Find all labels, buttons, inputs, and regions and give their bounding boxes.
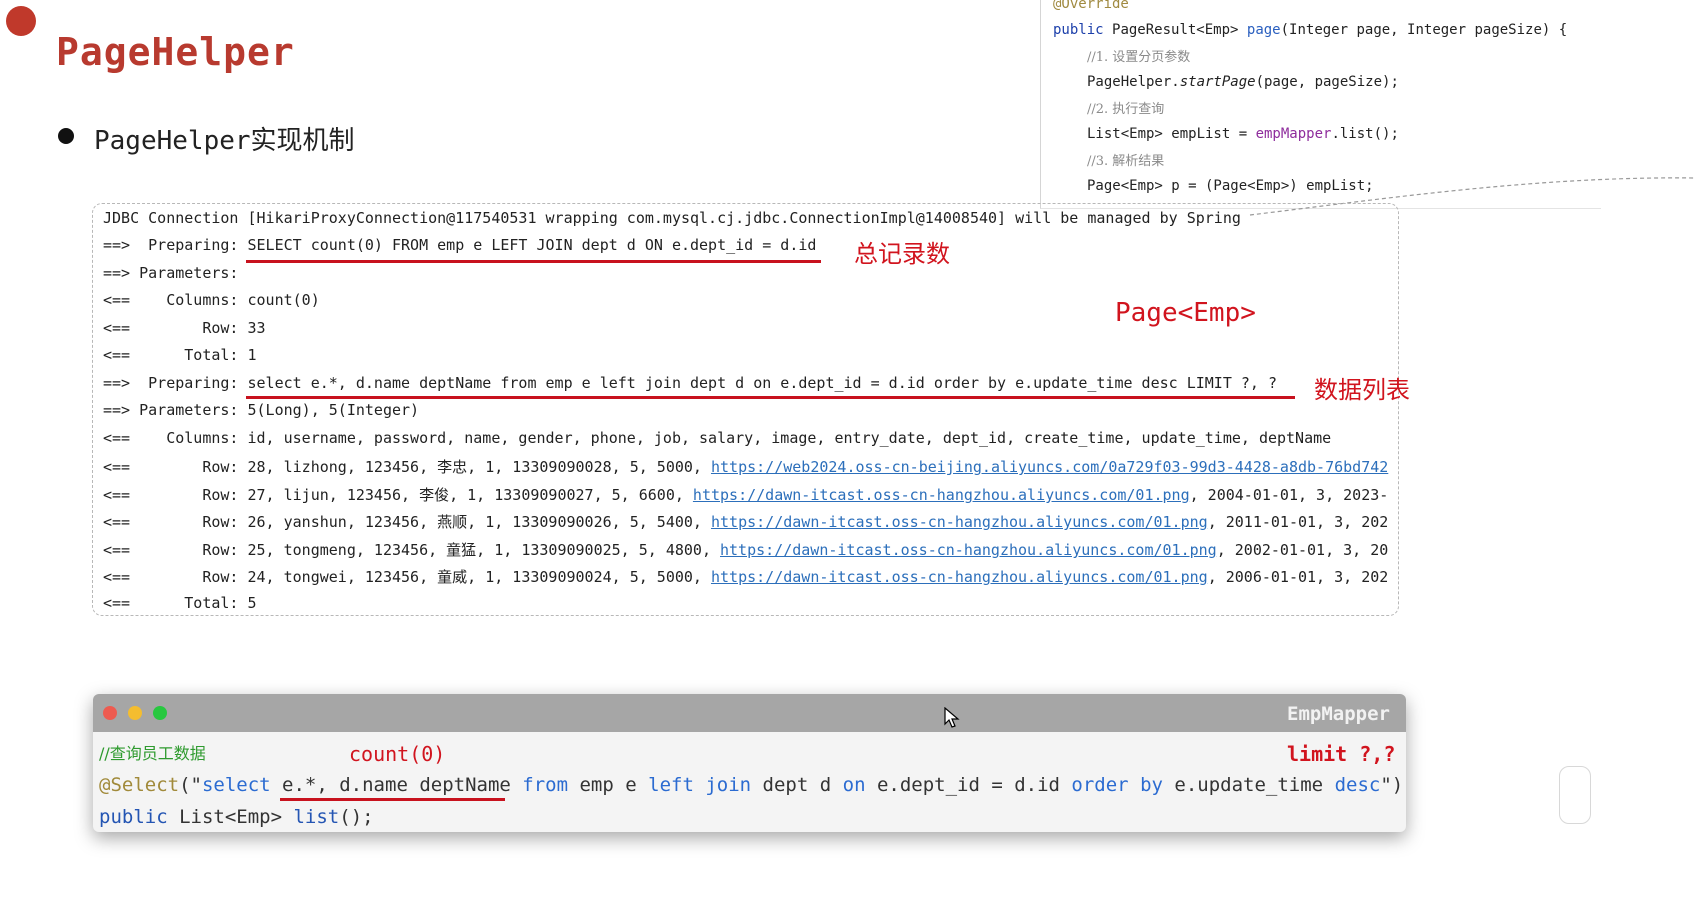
list-call: List<Emp> empList = empMapper.list(); [1087, 126, 1399, 142]
log-row: <== Row: 24, tongwei, 123456, 童威, 1, 133… [103, 566, 1388, 587]
keyword: public [99, 806, 168, 828]
row-values: <== Row: 27, lijun, 123456, 李俊, 1, 13309… [103, 486, 693, 504]
limit-label: limit ?,? [1287, 742, 1396, 766]
log-line-columns-count: <== Columns: count(0) [103, 291, 320, 309]
count-label: count(0) [349, 742, 446, 766]
select-annotation: @Select [99, 774, 180, 796]
start-page-method: startPage [1179, 74, 1256, 90]
bullet-icon [58, 128, 74, 144]
window-titlebar: EmpMapper [93, 694, 1406, 732]
log-row: <== Row: 25, tongmeng, 123456, 童猛, 1, 13… [103, 539, 1388, 560]
quote-close: ") [1380, 774, 1404, 796]
method-name: page [1246, 22, 1281, 38]
override-annotation: @Override [1053, 0, 1129, 12]
method-name: list [293, 806, 340, 828]
total-count-label: 总记录数 [854, 240, 950, 268]
sql-table: emp e [568, 774, 649, 796]
method-signature: public PageResult<Emp> page(Integer page… [1053, 22, 1567, 38]
close-button[interactable] [103, 706, 117, 720]
log-line-list-query: ==> Preparing: select e.*, d.name deptNa… [103, 374, 1277, 392]
log-row: <== Row: 26, yanshun, 123456, 燕顺, 1, 133… [103, 511, 1388, 532]
slide-marker-dot [6, 6, 36, 36]
row-tail: , 2011-01-01, 3, 202 [1207, 513, 1389, 531]
log-row: <== Row: 28, lizhong, 123456, 李忠, 1, 133… [103, 456, 1388, 477]
sql-condition: e.dept_id = d.id [865, 774, 1072, 796]
method-params: (Integer page, Integer pageSize) { [1280, 22, 1568, 38]
row-values: <== Row: 28, lizhong, 123456, 李忠, 1, 133… [103, 458, 711, 476]
sql-table: dept d [751, 774, 843, 796]
row-values: <== Row: 25, tongmeng, 123456, 童猛, 1, 13… [103, 541, 720, 559]
log-line-total-1: <== Total: 1 [103, 346, 257, 364]
row-tail: , 2004-01-01, 3, 2023- [1189, 486, 1389, 504]
bullet-text: PageHelper实现机制 [94, 126, 355, 156]
sql-keyword: left [648, 774, 694, 796]
count-query-underline [246, 260, 821, 263]
row-values: <== Row: 26, yanshun, 123456, 燕顺, 1, 133… [103, 513, 711, 531]
list-method-signature: public List<Emp> list(); [99, 806, 374, 828]
mouse-cursor-icon [944, 707, 960, 728]
log-line-total-5: <== Total: 5 [103, 594, 257, 612]
sql-keyword: on [842, 774, 866, 796]
page-title: PageHelper [56, 30, 295, 74]
log-line-connection: JDBC Connection [HikariProxyConnection@1… [103, 209, 1241, 227]
image-link[interactable]: https://dawn-itcast.oss-cn-hangzhou.aliy… [711, 513, 1208, 531]
list-method: .list(); [1331, 126, 1399, 142]
sql-keyword: desc [1334, 774, 1381, 796]
select-annotation-line: @Select("select e.*, d.name deptName fro… [99, 774, 1403, 796]
sql-log-panel: JDBC Connection [HikariProxyConnection@1… [92, 203, 1399, 616]
sql-keyword: order [1071, 774, 1129, 796]
log-line-count-query: ==> Preparing: SELECT count(0) FROM emp … [103, 236, 817, 254]
log-line-row-count: <== Row: 33 [103, 319, 266, 337]
sql-order-field: e.update_time [1162, 774, 1335, 796]
minimize-button[interactable] [128, 706, 142, 720]
return-type: PageResult<Emp> [1112, 22, 1239, 38]
data-list-label: 数据列表 [1314, 376, 1410, 404]
maximize-button[interactable] [153, 706, 167, 720]
quote-open: (" [179, 774, 202, 796]
return-type: List<Emp> [167, 806, 294, 828]
start-page-args: (page, pageSize); [1255, 74, 1399, 90]
pagehelper-ref: PageHelper. [1087, 74, 1180, 90]
log-row: <== Row: 27, lijun, 123456, 李俊, 1, 13309… [103, 484, 1388, 505]
log-line-columns: <== Columns: id, username, password, nam… [103, 429, 1332, 447]
row-values: <== Row: 24, tongwei, 123456, 童威, 1, 133… [103, 568, 711, 586]
comment-step3: //3. 解析结果 [1087, 154, 1165, 169]
sql-keyword: join [705, 774, 752, 796]
fields-underline [280, 798, 505, 801]
row-tail: , 2002-01-01, 3, 20 [1216, 541, 1389, 559]
mapper-field: empMapper [1255, 126, 1332, 142]
log-line-params: ==> Parameters: [103, 264, 248, 282]
window-title: EmpMapper [1287, 703, 1390, 725]
comment-step2: //2. 执行查询 [1087, 102, 1165, 117]
list-assign: List<Emp> empList = [1087, 126, 1256, 142]
side-scroll-handle[interactable] [1559, 766, 1591, 824]
log-line-list-params: ==> Parameters: 5(Long), 5(Integer) [103, 401, 420, 419]
sql-keyword: select [201, 774, 271, 796]
service-code-snippet: @Override public PageResult<Emp> page(In… [1040, 0, 1601, 209]
sql-fields: e.*, d.name deptName [270, 774, 523, 796]
list-query-underline [246, 396, 1295, 399]
image-link[interactable]: https://web2024.oss-cn-beijing.aliyuncs.… [711, 458, 1388, 476]
image-link[interactable]: https://dawn-itcast.oss-cn-hangzhou.aliy… [711, 568, 1208, 586]
image-link[interactable]: https://dawn-itcast.oss-cn-hangzhou.aliy… [693, 486, 1190, 504]
sql-keyword: by [1140, 774, 1163, 796]
start-page-call: PageHelper.startPage(page, pageSize); [1087, 74, 1399, 90]
method-end: (); [339, 806, 374, 828]
mapper-code-window: EmpMapper //查询员工数据 count(0) limit ?,? @S… [93, 694, 1406, 832]
mapper-comment: //查询员工数据 [99, 744, 206, 763]
keyword: public [1053, 22, 1104, 38]
sql-keyword: from [522, 774, 569, 796]
page-cast-line: Page<Emp> p = (Page<Emp>) empList; [1087, 178, 1374, 194]
comment-step1: //1. 设置分页参数 [1087, 50, 1191, 65]
image-link[interactable]: https://dawn-itcast.oss-cn-hangzhou.aliy… [720, 541, 1217, 559]
row-tail: , 2006-01-01, 3, 202 [1207, 568, 1389, 586]
page-emp-label: Page<Emp> [1115, 298, 1256, 328]
